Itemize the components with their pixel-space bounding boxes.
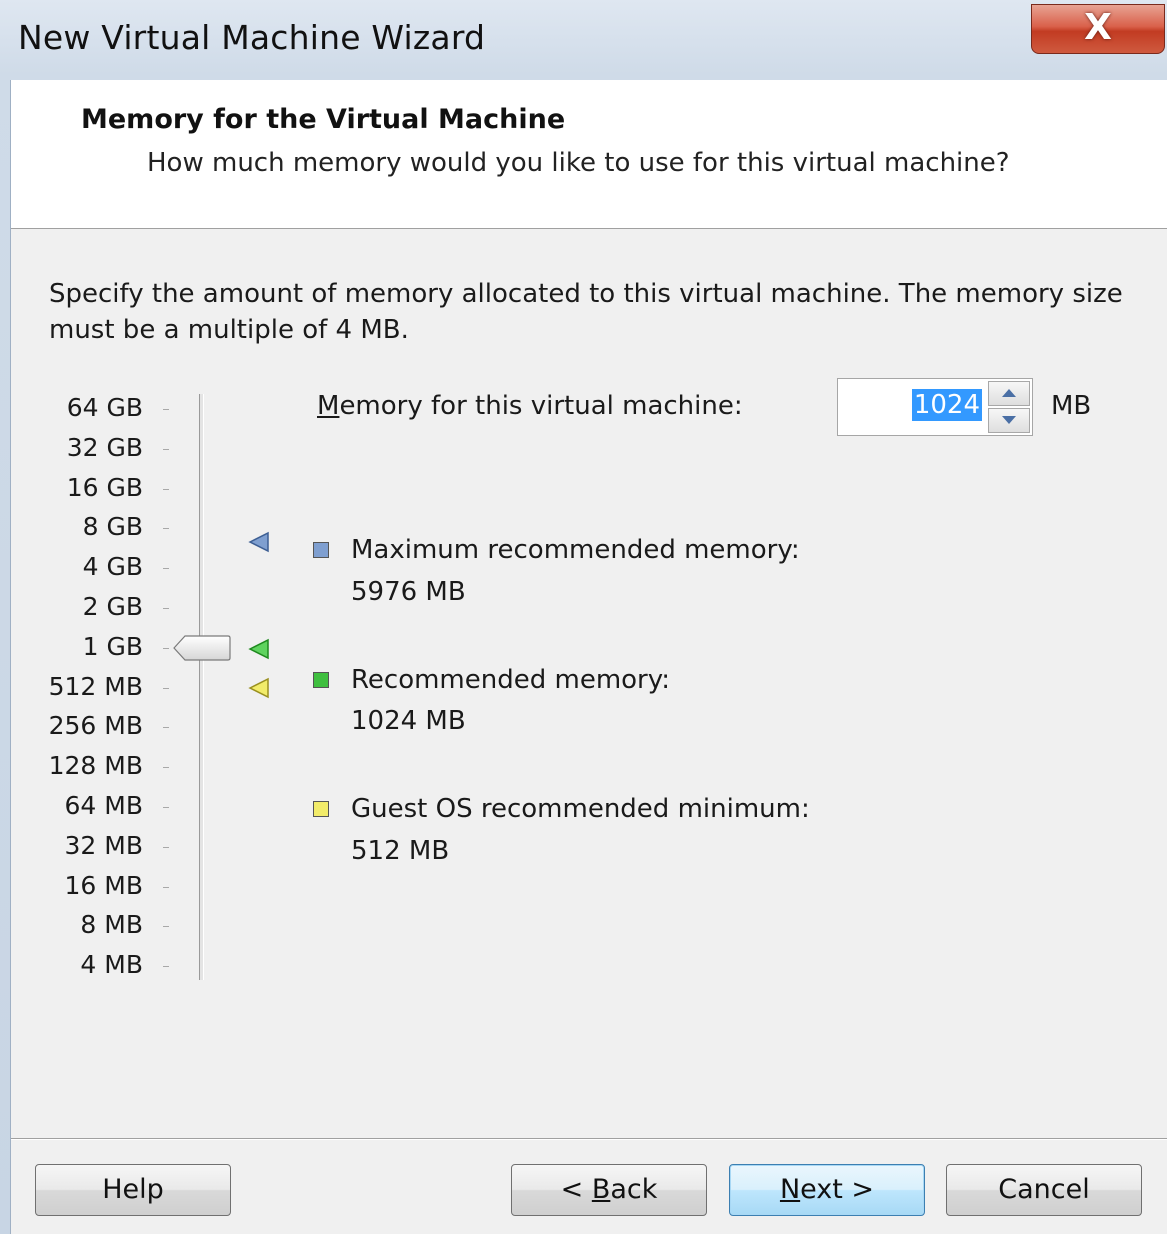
scale-tick: [163, 687, 169, 689]
wizard-window: New Virtual Machine Wizard X Memory for …: [0, 0, 1167, 1234]
cancel-button[interactable]: Cancel: [946, 1164, 1142, 1216]
scale-label: 64 GB: [66, 393, 143, 422]
memory-unit-label: MB: [1051, 391, 1092, 421]
footer-divider: [11, 1138, 1167, 1140]
decrement-button[interactable]: [988, 408, 1030, 433]
memory-description: Specify the amount of memory allocated t…: [49, 279, 1123, 345]
scale-label: 32 GB: [66, 432, 143, 462]
scale-tick: [163, 966, 169, 968]
help-button[interactable]: Help: [35, 1164, 231, 1216]
guest-minimum-marker-icon: [248, 677, 269, 699]
close-icon: X: [1084, 7, 1112, 48]
memory-stepper[interactable]: 1024: [837, 378, 1033, 436]
next-button[interactable]: Next >: [729, 1164, 925, 1216]
memory-input[interactable]: 1024: [911, 389, 982, 421]
recommended-marker-icon: [248, 638, 269, 660]
recommended-label: Recommended memory:: [351, 665, 670, 695]
arrow-down-icon: [1002, 416, 1016, 424]
scale-tick: [163, 767, 169, 769]
memory-field-label: Memory for this virtual machine:: [317, 391, 743, 421]
close-button[interactable]: X: [1031, 4, 1165, 54]
back-prefix: <: [560, 1174, 592, 1205]
scale-label: 8 MB: [80, 910, 143, 940]
wizard-content: Memory for the Virtual Machine How much …: [10, 80, 1167, 1234]
scale-tick: [163, 807, 169, 808]
scale-tick: [163, 608, 169, 609]
scale-label: 16 GB: [66, 472, 143, 502]
scale-tick: [163, 727, 169, 729]
recommended-swatch-icon: [313, 672, 329, 688]
scale-label: 32 MB: [64, 830, 143, 860]
memory-label-text: emory for this virtual machine:: [339, 391, 743, 421]
scale-label: 256 MB: [48, 711, 143, 741]
next-text: ext >: [800, 1174, 875, 1205]
memory-slider-thumb[interactable]: [173, 635, 231, 661]
header-panel: Memory for the Virtual Machine How much …: [11, 80, 1167, 229]
recommended-value: 1024 MB: [351, 706, 466, 736]
scale-label: 128 MB: [48, 751, 143, 781]
window-title: New Virtual Machine Wizard: [18, 18, 486, 57]
scale-label: 4 GB: [82, 552, 143, 582]
memory-slider-track[interactable]: [199, 394, 204, 980]
scale-label: 8 GB: [82, 512, 143, 542]
max-recommended-swatch-icon: [313, 542, 329, 558]
scale-tick: [163, 846, 169, 848]
max-recommended-value: 5976 MB: [351, 577, 466, 607]
page-subtitle: How much memory would you like to use fo…: [147, 148, 1010, 178]
max-recommended-marker-icon: [248, 531, 269, 553]
scale-label: 512 MB: [48, 671, 143, 701]
scale-label: 16 MB: [64, 870, 143, 900]
scale-tick: [163, 926, 169, 928]
memory-label-accesskey: M: [317, 391, 340, 421]
scale-tick: [163, 568, 169, 570]
scale-tick: [163, 886, 169, 888]
title-bar[interactable]: New Virtual Machine Wizard X: [0, 0, 1167, 80]
max-recommended-label: Maximum recommended memory:: [351, 535, 800, 565]
guest-minimum-label: Guest OS recommended minimum:: [351, 794, 810, 824]
arrow-up-icon: [1002, 389, 1016, 397]
guest-minimum-value: 512 MB: [351, 836, 450, 866]
scale-tick: [163, 528, 169, 530]
scale-label: 2 GB: [82, 592, 143, 621]
scale-tick: [163, 409, 169, 410]
next-accesskey: N: [779, 1174, 801, 1205]
scale-label: 64 MB: [64, 791, 143, 820]
guest-minimum-swatch-icon: [313, 801, 329, 817]
scale-tick: [163, 647, 169, 649]
scale-tick: [163, 488, 169, 490]
increment-button[interactable]: [988, 381, 1030, 406]
back-text: ack: [610, 1174, 658, 1205]
scale-label: 1 GB: [82, 631, 143, 661]
scale-label: 4 MB: [80, 950, 143, 980]
back-accesskey: B: [591, 1174, 611, 1205]
back-button[interactable]: < Back: [511, 1164, 707, 1216]
scale-tick: [163, 448, 169, 450]
page-title: Memory for the Virtual Machine: [81, 104, 566, 135]
stepper-buttons: [988, 381, 1030, 433]
